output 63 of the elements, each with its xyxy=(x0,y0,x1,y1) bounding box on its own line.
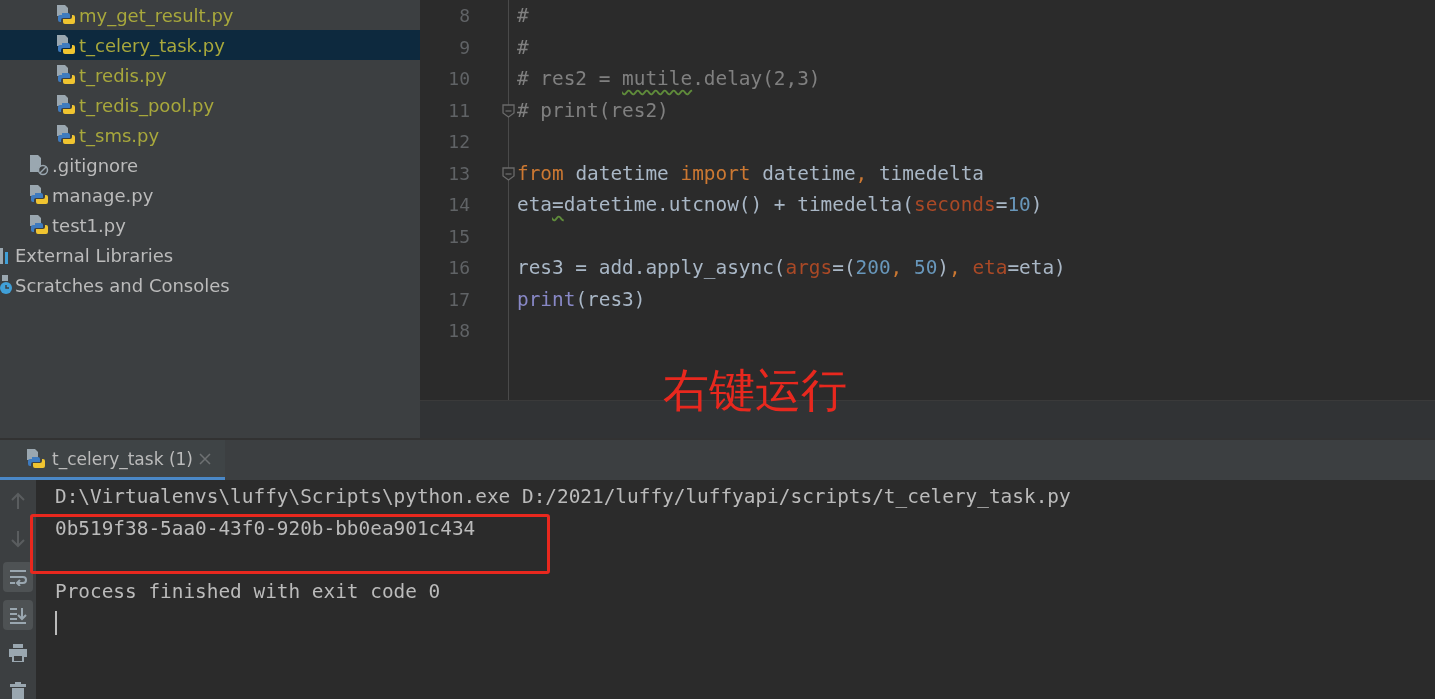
file-name: t_sms.py xyxy=(79,124,160,146)
console-tool-button[interactable] xyxy=(3,562,33,592)
line-number: 18 xyxy=(448,320,470,342)
python-file-icon xyxy=(54,4,76,26)
line-number: 17 xyxy=(448,288,470,310)
file-name: manage.py xyxy=(52,184,154,206)
line-number: 9 xyxy=(459,36,470,58)
python-file-icon xyxy=(24,447,46,470)
code-line: print(res3) xyxy=(517,287,646,311)
project-tree-item[interactable]: .gitignore xyxy=(0,150,420,180)
file-name: t_redis_pool.py xyxy=(79,94,215,116)
line-number: 16 xyxy=(448,257,470,279)
scroll-to-end-icon[interactable] xyxy=(8,606,28,624)
python-file-icon xyxy=(54,64,76,86)
code-line: from datetime import datetime, timedelta xyxy=(517,161,984,185)
soft-wrap-icon[interactable] xyxy=(8,568,28,586)
ignored-file-icon xyxy=(27,154,49,176)
close-icon[interactable] xyxy=(199,452,211,465)
file-name: Scratches and Consoles xyxy=(15,274,230,296)
fold-marker-icon[interactable] xyxy=(502,166,515,181)
line-number: 10 xyxy=(448,68,470,90)
file-name: External Libraries xyxy=(15,244,174,266)
annotation-text: 右键运行 xyxy=(663,362,847,419)
console-line: 0b519f38-5aa0-43f0-920b-bb0ea901c434 xyxy=(55,516,476,540)
python-file-icon xyxy=(54,124,76,146)
code-line: eta=datetime.utcnow() + timedelta(seconds=10) xyxy=(517,193,1043,217)
line-number: 14 xyxy=(448,194,470,216)
project-tree-item[interactable]: t_redis_pool.py xyxy=(0,90,420,120)
project-tree-item[interactable]: test1.py xyxy=(0,210,420,240)
code-line: res3 = add.apply_async(args=(200, 50), eta=eta) xyxy=(517,256,1066,280)
file-name: test1.py xyxy=(52,214,126,236)
file-name: t_redis.py xyxy=(79,64,167,86)
line-number: 11 xyxy=(448,99,470,121)
text-cursor xyxy=(55,611,57,635)
line-number: 8 xyxy=(459,5,470,27)
python-file-icon xyxy=(54,34,76,56)
code-line: # res2 = mutile.delay(2,3) xyxy=(517,67,821,91)
project-tree-item[interactable]: manage.py xyxy=(0,180,420,210)
run-tab[interactable]: t_celery_task (1) xyxy=(0,440,225,480)
line-number: 13 xyxy=(448,162,470,184)
code-line: # print(res2) xyxy=(517,98,669,122)
project-tree-item[interactable]: t_celery_task.py xyxy=(0,30,420,60)
printer-icon[interactable] xyxy=(8,644,28,662)
file-name: my_get_result.py xyxy=(79,4,234,26)
project-tree-item[interactable]: External Libraries xyxy=(0,240,420,270)
file-name: .gitignore xyxy=(52,154,139,176)
project-tree-item[interactable]: t_redis.py xyxy=(0,60,420,90)
console-line: D:\Virtualenvs\luffy\Scripts\python.exe D:/2021/luffy/luffyapi/scripts/t_celery_task.py xyxy=(55,485,1071,509)
project-tree-item[interactable]: Scratches and Consoles xyxy=(0,270,420,300)
line-number: 15 xyxy=(448,225,470,247)
python-file-icon xyxy=(27,184,49,206)
code-line: # xyxy=(517,4,529,28)
project-tree-item[interactable]: my_get_result.py xyxy=(0,0,420,30)
project-tree-item[interactable]: t_sms.py xyxy=(0,120,420,150)
file-name: t_celery_task.py xyxy=(79,34,225,56)
trash-icon[interactable] xyxy=(9,682,27,699)
fold-marker-icon[interactable] xyxy=(502,103,515,118)
python-file-icon xyxy=(54,94,76,116)
line-number: 12 xyxy=(448,131,470,153)
console-tool-button[interactable] xyxy=(3,600,33,630)
python-file-icon xyxy=(27,214,49,236)
code-line: # xyxy=(517,35,529,59)
exit-message: Process finished with exit code 0 xyxy=(55,579,441,603)
